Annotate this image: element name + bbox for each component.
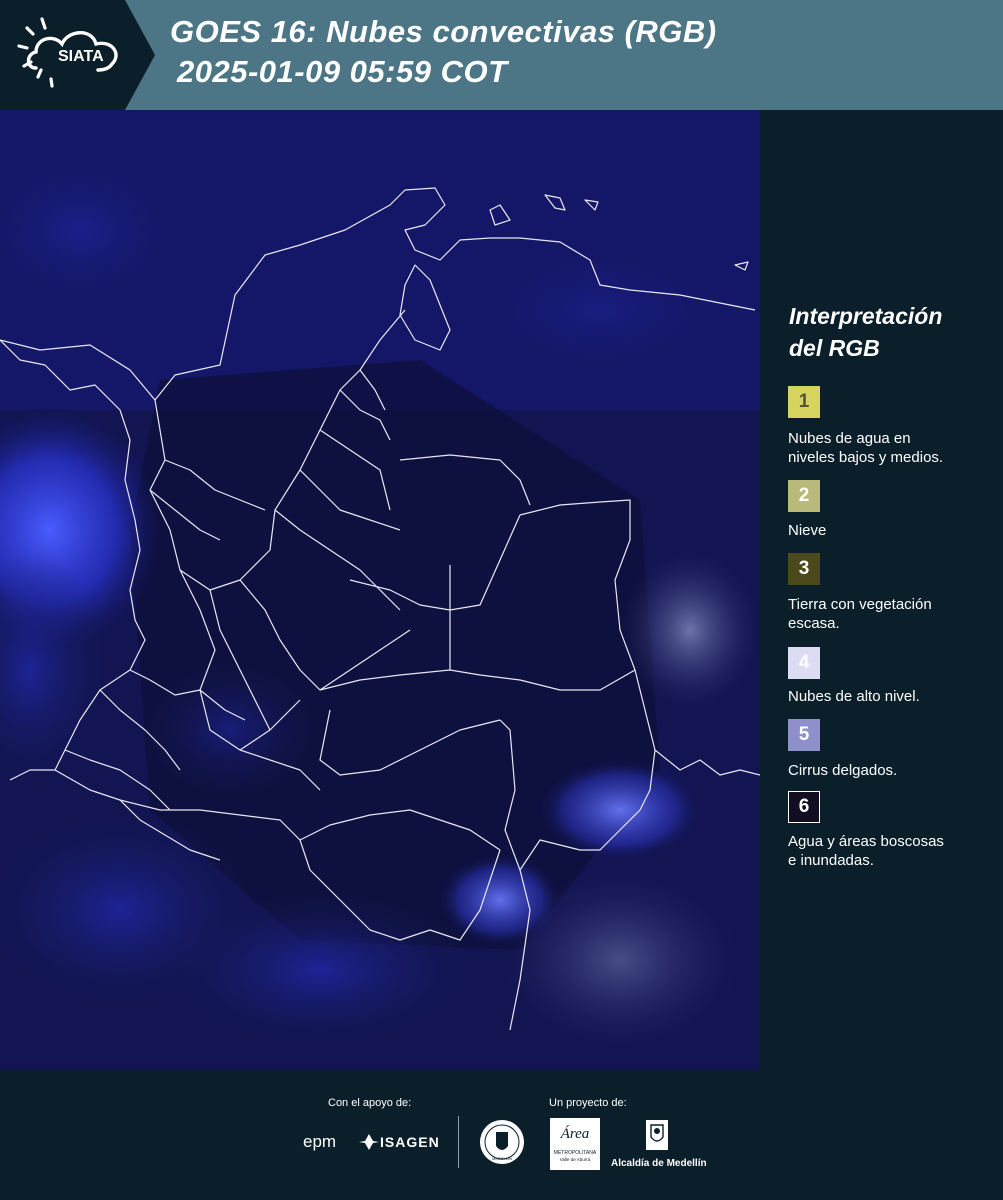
legend-text-3-line1: Tierra con vegetación bbox=[788, 596, 932, 613]
legend-text-1: Nubes de agua en niveles bajos y medios. bbox=[788, 429, 988, 467]
isagen-logo: ISAGEN bbox=[380, 1134, 440, 1150]
cloud-mass-southeast bbox=[540, 760, 700, 860]
legend-title-line1: Interpretación bbox=[789, 303, 943, 329]
page-title: GOES 16: Nubes convectivas (RGB) bbox=[170, 14, 717, 49]
siata-logo-text: SIATA bbox=[58, 48, 104, 65]
legend-number-1: 1 bbox=[798, 391, 810, 412]
alcaldia-shield-icon bbox=[645, 1119, 669, 1156]
isagen-icon bbox=[359, 1134, 379, 1155]
legend-number-3: 3 bbox=[798, 558, 810, 579]
medellin-seal: MEDELLÍN bbox=[478, 1118, 526, 1171]
legend-title: Interpretación del RGB bbox=[789, 300, 989, 364]
header-bar: SIATA GOES 16: Nubes convectivas (RGB) 2… bbox=[0, 0, 1003, 110]
legend-swatch-1: 1 bbox=[788, 386, 820, 418]
page-timestamp: 2025-01-09 05:59 COT bbox=[177, 54, 508, 89]
legend-text-2: Nieve bbox=[788, 521, 988, 540]
area-logo-line2: METROPOLITANA bbox=[553, 1150, 597, 1156]
legend-text-5: Cirrus delgados. bbox=[788, 761, 988, 780]
legend-title-line2: del RGB bbox=[789, 335, 880, 361]
support-label: Con el apoyo de: bbox=[328, 1097, 412, 1109]
footer: Con el apoyo de: Un proyecto de: epm ISA… bbox=[0, 1070, 1003, 1200]
legend-text-3-line2: escasa. bbox=[788, 615, 840, 632]
project-label: Un proyecto de: bbox=[549, 1097, 627, 1109]
area-metropolitana-logo: Área METROPOLITANA Valle de Aburrá bbox=[550, 1118, 600, 1170]
legend-number-2: 2 bbox=[798, 485, 810, 506]
legend-swatch-6: 6 bbox=[788, 791, 820, 823]
satellite-map bbox=[0, 110, 761, 1070]
legend-text-6-line1: Agua y áreas boscosas bbox=[788, 833, 944, 850]
legend-text-1-line2: niveles bajos y medios. bbox=[788, 449, 944, 466]
alcaldia-logo: Alcaldía de Medellín bbox=[611, 1158, 707, 1169]
legend-text-6: Agua y áreas boscosas e inundadas. bbox=[788, 832, 988, 870]
legend-swatch-3: 3 bbox=[788, 553, 820, 585]
legend-number-5: 5 bbox=[798, 724, 810, 745]
legend-swatch-4: 4 bbox=[788, 647, 820, 679]
legend-text-4-line1: Nubes de alto nivel. bbox=[788, 688, 920, 705]
area-logo-line3: Valle de Aburrá bbox=[559, 1157, 591, 1162]
legend-text-4: Nubes de alto nivel. bbox=[788, 687, 988, 706]
legend-text-6-line2: e inundadas. bbox=[788, 852, 874, 869]
legend-text-2-line1: Nieve bbox=[788, 522, 827, 539]
siata-logo: SIATA bbox=[0, 0, 155, 110]
footer-divider bbox=[458, 1116, 459, 1168]
legend-text-1-line1: Nubes de agua en bbox=[788, 430, 911, 447]
legend-number-6: 6 bbox=[798, 796, 810, 817]
legend-swatch-2: 2 bbox=[788, 480, 820, 512]
epm-logo: epm bbox=[303, 1132, 337, 1151]
legend-swatch-5: 5 bbox=[788, 719, 820, 751]
area-logo-script: Área bbox=[560, 1126, 590, 1142]
legend-text-5-line1: Cirrus delgados. bbox=[788, 762, 898, 779]
legend-text-3: Tierra con vegetación escasa. bbox=[788, 595, 988, 633]
legend-panel: Interpretación del RGB 1 Nubes de agua e… bbox=[762, 110, 1003, 1070]
legend-number-4: 4 bbox=[798, 652, 810, 673]
svg-text:MEDELLÍN: MEDELLÍN bbox=[492, 1156, 512, 1161]
